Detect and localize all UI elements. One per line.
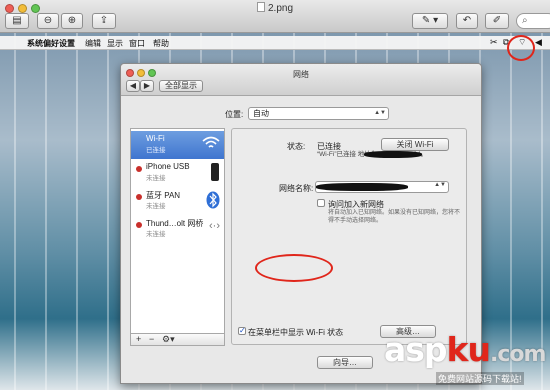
assist-button[interactable]: 向导…: [317, 356, 373, 369]
highlight-circle-wifi: [507, 35, 535, 61]
status-dot: [136, 194, 142, 200]
gear-menu-button[interactable]: ⚙▾: [162, 334, 175, 345]
remove-service-button[interactable]: −: [149, 334, 154, 345]
select-arrows-icon: ▲▼: [434, 182, 446, 188]
rotate-button[interactable]: ↶: [456, 13, 478, 29]
search-input[interactable]: ⌕: [516, 13, 550, 29]
back-button[interactable]: ◀: [126, 80, 140, 92]
image-file-icon: [256, 2, 265, 12]
show-status-checkbox[interactable]: ✓: [238, 327, 246, 335]
highlight-circle-advanced: [255, 254, 333, 282]
rotate-icon: ↶: [462, 15, 472, 26]
watermark-subtitle: 免费网站源码下载站!: [436, 372, 524, 385]
iphone-icon: [210, 163, 220, 183]
zoom-out-button[interactable]: ⊖: [37, 13, 59, 29]
service-status: 未连接: [146, 203, 166, 210]
menu-app-name[interactable]: 系统偏好设置: [27, 38, 75, 49]
ask-join-description: 将自动加入已知网络。如果没有已知网络，您将不得不手动选择网络。: [328, 210, 461, 224]
service-list-controls: + − ⚙▾: [130, 333, 225, 346]
redacted-mark: [364, 151, 422, 158]
service-status: 已连接: [146, 147, 166, 154]
menu-edit[interactable]: 编辑: [85, 38, 101, 49]
ask-join-checkbox[interactable]: [317, 199, 325, 207]
location-label: 位置:: [225, 110, 244, 119]
status-dot: [136, 222, 142, 228]
service-item-bluetooth-pan[interactable]: 蓝牙 PAN 未连接: [131, 187, 224, 215]
location-value: 自动: [253, 109, 269, 118]
thunderbolt-bridge-icon: ‹·›: [209, 220, 220, 232]
location-select[interactable]: 自动 ▲▼: [248, 107, 389, 120]
preview-toolbar: 2.png ▤ ⊖ ⊕ ⇪ ✎ ▾ ↶ ✐ ⌕: [0, 0, 550, 33]
scissors-icon[interactable]: ✂: [490, 37, 498, 48]
status-label: 状态:: [287, 142, 306, 151]
gear-icon: ⚙▾: [162, 334, 175, 344]
chevron-left-icon: ◀: [129, 81, 137, 90]
service-name: iPhone USB: [146, 162, 190, 171]
speaker-icon[interactable]: ◀: [535, 37, 542, 48]
forward-button[interactable]: ▶: [140, 80, 154, 92]
window-title: 网络: [293, 70, 309, 79]
zoom-out-icon: ⊖: [43, 15, 53, 26]
aspku-watermark-logo: aspku.com: [384, 330, 546, 369]
edit-button[interactable]: ✐: [485, 13, 509, 29]
service-item-thunderbolt-bridge[interactable]: Thund…olt 网桥 未连接 ‹·›: [131, 215, 224, 243]
show-status-label: 在菜单栏中显示 Wi-Fi 状态: [248, 328, 344, 337]
search-icon: ⌕: [522, 15, 528, 26]
network-name-label: 网络名称:: [279, 184, 314, 193]
network-titlebar: 网络 ◀ ▶ 全部显示: [121, 64, 481, 96]
chevron-right-icon: ▶: [143, 81, 151, 90]
service-item-iphone-usb[interactable]: iPhone USB 未连接: [131, 159, 224, 187]
share-icon: ⇪: [99, 15, 109, 26]
menu-view[interactable]: 显示: [107, 38, 123, 49]
status-dot: [136, 166, 142, 172]
annotate-button[interactable]: ✎ ▾: [412, 13, 448, 29]
menu-help[interactable]: 帮助: [153, 38, 169, 49]
edit-icon: ✐: [492, 15, 502, 26]
select-arrows-icon: ▲▼: [374, 110, 386, 116]
service-status: 未连接: [146, 231, 166, 238]
menu-window[interactable]: 窗口: [129, 38, 145, 49]
sidebar-toggle-button[interactable]: ▤: [5, 13, 29, 29]
service-status: 未连接: [146, 175, 166, 182]
show-all-button[interactable]: 全部显示: [159, 80, 203, 92]
bluetooth-icon: [206, 191, 220, 211]
share-button[interactable]: ⇪: [92, 13, 116, 29]
zoom-in-icon: ⊕: [67, 15, 77, 26]
wifi-icon: [202, 135, 220, 153]
add-service-button[interactable]: +: [136, 334, 141, 345]
service-item-wifi[interactable]: Wi-Fi 已连接: [131, 131, 224, 159]
zoom-in-button[interactable]: ⊕: [61, 13, 83, 29]
mac-menubar: 系统偏好设置 编辑 显示 窗口 帮助 ✂ ⧉ ⌔ ◀: [0, 36, 550, 50]
wifi-detail-panel: 状态: 已连接 关闭 Wi-Fi “Wi-Fi”已连接 地址为 192.168.…: [231, 128, 467, 345]
sidebar-toggle-icon: ▤: [12, 15, 22, 26]
service-name: Wi-Fi: [146, 134, 165, 143]
service-list: Wi-Fi 已连接 iPhone USB 未连接 蓝牙 PAN 未连接 Thun…: [130, 128, 225, 345]
annotate-icon: ✎ ▾: [421, 15, 439, 26]
redacted-mark: [316, 183, 408, 191]
